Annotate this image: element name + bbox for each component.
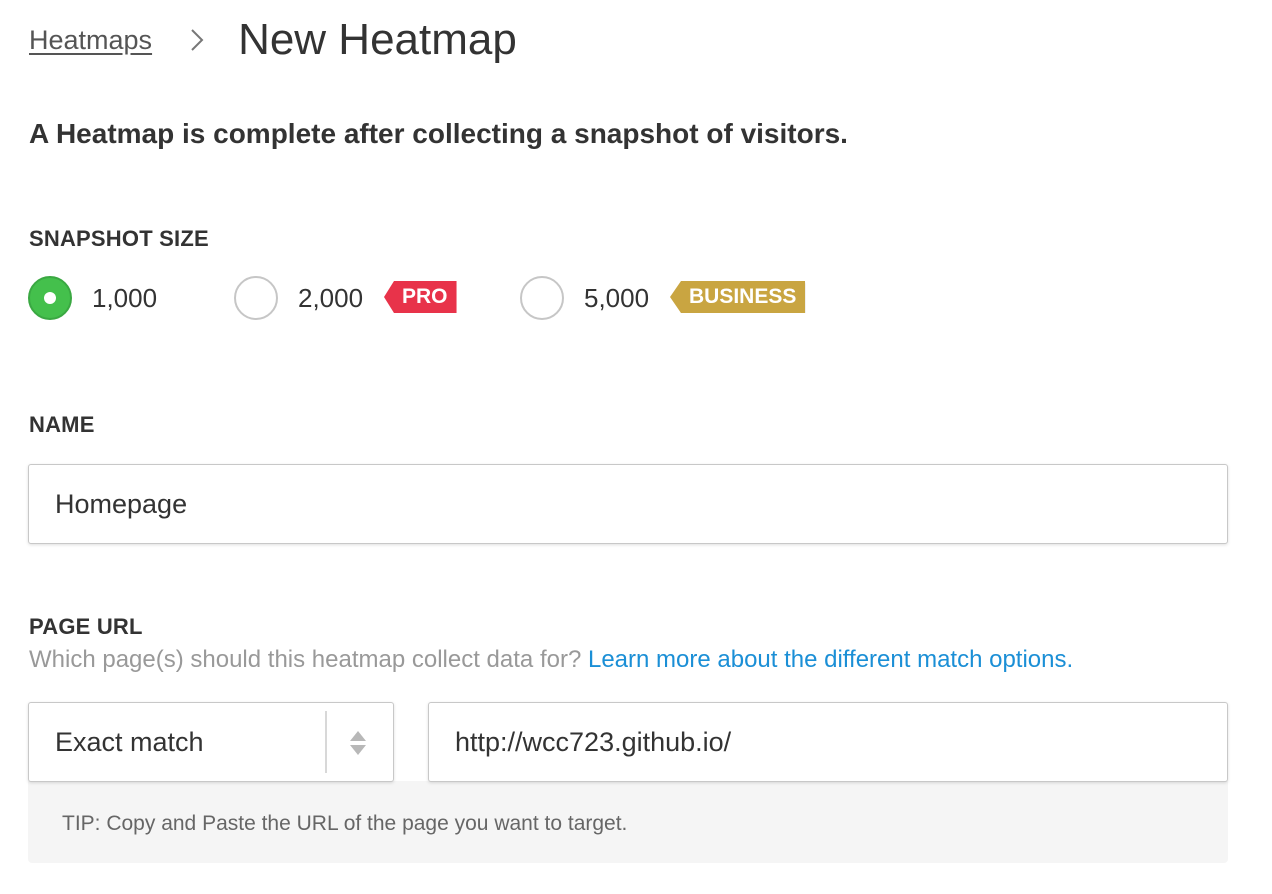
page-url-label: PAGE URL — [29, 614, 143, 639]
page-url-help: Which page(s) should this heatmap collec… — [29, 646, 1073, 674]
match-type-value: Exact match — [55, 727, 204, 757]
match-type-select[interactable]: Exact match — [28, 702, 394, 782]
chevron-right-icon — [190, 28, 204, 52]
pro-badge: PRO — [384, 281, 457, 313]
radio-label-5000[interactable]: 5,000 — [584, 276, 649, 320]
page-title: New Heatmap — [238, 15, 517, 64]
radio-5000[interactable] — [520, 276, 564, 320]
radio-label-2000[interactable]: 2,000 — [298, 276, 363, 320]
intro-text: A Heatmap is complete after collecting a… — [29, 118, 848, 149]
radio-2000[interactable] — [234, 276, 278, 320]
name-label: NAME — [29, 412, 95, 437]
tip-text: TIP: Copy and Paste the URL of the page … — [62, 812, 628, 835]
sort-arrows-icon — [347, 729, 369, 757]
snapshot-size-label: SNAPSHOT SIZE — [29, 226, 209, 251]
breadcrumb-link-heatmaps[interactable]: Heatmaps — [29, 25, 152, 56]
business-badge: BUSINESS — [670, 281, 806, 313]
tip-box: TIP: Copy and Paste the URL of the page … — [28, 781, 1228, 863]
page-url-help-text: Which page(s) should this heatmap collec… — [29, 646, 582, 673]
select-divider — [325, 711, 327, 773]
page-url-input[interactable]: http://wcc723.github.io/ — [428, 702, 1228, 782]
name-input[interactable]: Homepage — [28, 464, 1228, 544]
match-options-link[interactable]: Learn more about the different match opt… — [588, 646, 1073, 673]
radio-label-1000[interactable]: 1,000 — [92, 276, 157, 320]
radio-1000[interactable] — [28, 276, 72, 320]
breadcrumb: Heatmaps New Heatmap — [29, 12, 517, 68]
